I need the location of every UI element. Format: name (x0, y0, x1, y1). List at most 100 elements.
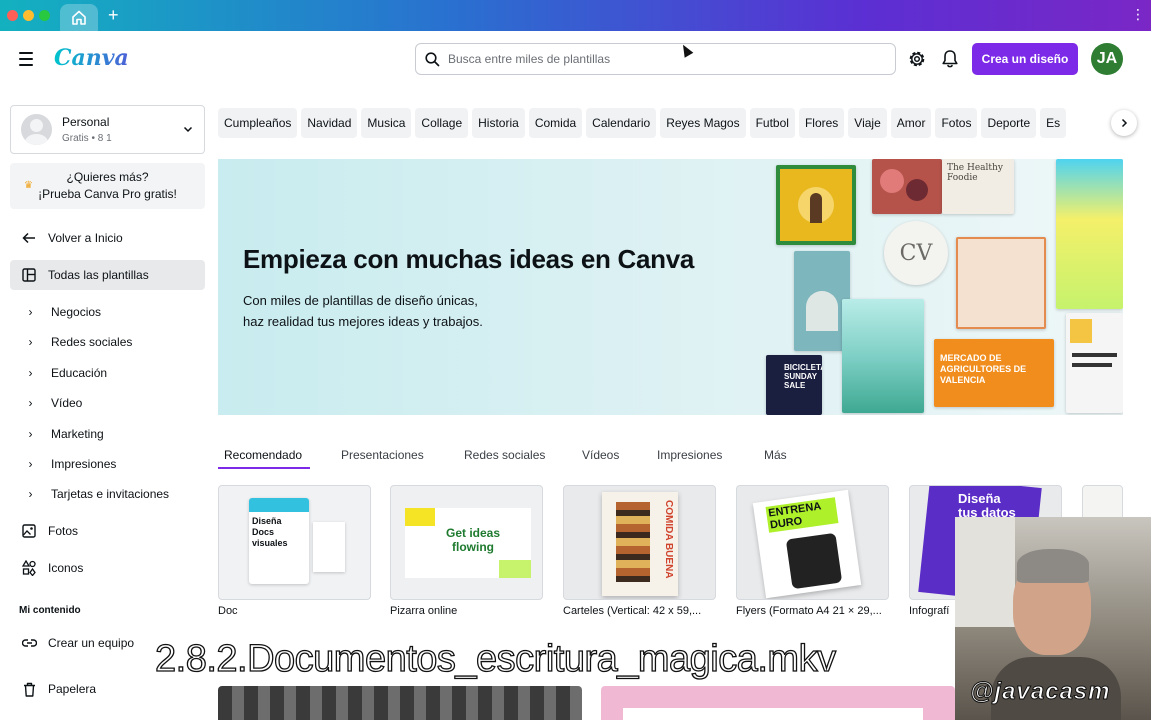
new-tab-button[interactable]: + (108, 6, 119, 24)
chip-viaje[interactable]: Viaje (848, 108, 887, 138)
nav-back-home-label: Volver a Inicio (48, 231, 123, 245)
webcam-handle: @javacasm (970, 678, 1111, 706)
hero-description: Con miles de plantillas de diseño únicas… (243, 290, 483, 332)
thumb-label-poster: Carteles (Vertical: 42 x 59,... (563, 605, 702, 617)
category-label: Marketing (51, 427, 104, 441)
search-bar[interactable] (415, 43, 896, 75)
bottom-card-right[interactable] (601, 686, 955, 720)
promo-line-2: ¡Prueba Canva Pro gratis! (38, 187, 177, 201)
chip-collage[interactable]: Collage (415, 108, 469, 138)
chevron-right-icon: › (28, 366, 33, 380)
tab-presentaciones[interactable]: Presentaciones (341, 448, 424, 462)
nav-icons-label: Iconos (48, 561, 84, 575)
chevron-right-icon (1121, 118, 1128, 128)
video-filename-overlay: 2.8.2.Documentos_escritura_magica.mkv (154, 637, 836, 680)
category-video[interactable]: › Vídeo (10, 388, 205, 418)
thumb-doc[interactable]: Diseña Docs visuales (218, 485, 371, 600)
category-impresiones[interactable]: › Impresiones (10, 449, 205, 479)
collage-card-eco[interactable] (842, 299, 924, 413)
user-avatar[interactable]: JA (1091, 43, 1123, 75)
nav-all-templates[interactable]: Todas las plantillas (10, 260, 205, 290)
search-icon (425, 51, 440, 66)
active-tab-indicator (218, 467, 310, 469)
category-educacion[interactable]: › Educación (10, 358, 205, 388)
chip-comida[interactable]: Comida (528, 108, 583, 138)
thumb-label-doc: Doc (218, 605, 238, 617)
category-label: Impresiones (51, 457, 117, 471)
tab-impresiones[interactable]: Impresiones (657, 448, 722, 462)
chip-amor[interactable]: Amor (890, 108, 932, 138)
chip-reyes-magos[interactable]: Reyes Magos (660, 108, 746, 138)
category-chips: Cumpleaños Navidad Musica Collage Historia Co… (218, 108, 1123, 138)
collage-card-foodie[interactable]: The Healthy Foodie (942, 159, 1014, 214)
collage-card-mercado[interactable]: MERCADO DE AGRICULTORES DE VALENCIA (934, 339, 1054, 407)
chip-calendario[interactable]: Calendario (586, 108, 657, 138)
nav-create-team-label: Crear un equipo (48, 636, 135, 650)
settings-gear-icon[interactable] (907, 49, 927, 69)
window-menu-icon[interactable]: ⋮ (1131, 6, 1145, 23)
arrow-left-icon (22, 232, 35, 244)
chevron-right-icon: › (28, 487, 33, 501)
shapes-icon (22, 560, 36, 576)
collage-card-flyer[interactable] (1056, 159, 1123, 309)
trash-icon (23, 682, 35, 697)
team-link-icon (21, 639, 37, 647)
collage-card-cv[interactable]: CV (884, 221, 948, 285)
minimize-window-button[interactable] (23, 10, 34, 21)
tab-videos[interactable]: Vídeos (582, 448, 619, 462)
close-window-button[interactable] (7, 10, 18, 21)
chip-musica[interactable]: Musica (361, 108, 412, 138)
home-tab[interactable] (60, 4, 98, 31)
tab-mas[interactable]: Más (764, 448, 787, 462)
canva-logo[interactable]: Canva (54, 45, 129, 71)
collage-card-pattern[interactable] (776, 165, 856, 245)
create-design-button[interactable]: Crea un diseño (972, 43, 1078, 75)
nav-photos[interactable]: Fotos (10, 516, 205, 546)
collage-card-fruit[interactable] (872, 159, 942, 214)
chip-navidad[interactable]: Navidad (301, 108, 358, 138)
nav-icons[interactable]: Iconos (10, 553, 205, 583)
thumb-infographic-text: Diseña tus datos (958, 491, 1016, 520)
chevron-right-icon: › (28, 457, 33, 471)
thumb-whiteboard-text: Get ideas flowing (445, 526, 501, 554)
tab-recomendado[interactable]: Recomendado (224, 448, 302, 462)
thumb-whiteboard[interactable]: Get ideas flowing (390, 485, 543, 600)
nav-back-home[interactable]: Volver a Inicio (10, 223, 205, 253)
search-input[interactable] (448, 52, 868, 66)
chip-partial[interactable]: Es (1040, 108, 1067, 138)
chip-historia[interactable]: Historia (472, 108, 525, 138)
category-label: Negocios (51, 305, 102, 319)
category-marketing[interactable]: › Marketing (10, 419, 205, 449)
pro-promo-banner[interactable]: ♛ ¿Quieres más? ¡Prueba Canva Pro gratis… (10, 163, 205, 209)
app-header: Canva Crea un diseño JA (0, 31, 1151, 87)
thumb-poster[interactable]: COMIDA BUENA (563, 485, 716, 600)
thumb-flyer[interactable]: ENTRENA DURO (736, 485, 889, 600)
thumb-doc-text: Diseña Docs visuales (252, 516, 288, 548)
bottom-card-left[interactable] (218, 686, 582, 720)
hamburger-menu-icon[interactable] (19, 52, 33, 70)
chip-flores[interactable]: Flores (798, 108, 845, 138)
chip-futbol[interactable]: Futbol (749, 108, 795, 138)
category-tarjetas[interactable]: › Tarjetas e invitaciones (10, 479, 205, 509)
maximize-window-button[interactable] (39, 10, 50, 21)
chip-cumpleanos[interactable]: Cumpleaños (218, 108, 298, 138)
thumb-label-whiteboard: Pizarra online (390, 605, 458, 617)
notifications-bell-icon[interactable] (941, 49, 959, 69)
template-collage: The Healthy Foodie CV MERCADO DE AGRICUL… (766, 159, 1123, 415)
collage-card-bici[interactable]: BICICLETA SUNDAY SALE (766, 355, 822, 415)
nav-photos-label: Fotos (48, 524, 79, 538)
chip-deporte[interactable]: Deporte (981, 108, 1037, 138)
account-plan: Gratis • 8 1 (62, 133, 112, 144)
thumb-label-flyer: Flyers (Formato A4 21 × 29,... (736, 605, 882, 617)
chips-next-button[interactable] (1111, 110, 1137, 136)
home-icon (72, 10, 86, 25)
window-titlebar: + ⋮ (0, 0, 1151, 31)
category-redes-sociales[interactable]: › Redes sociales (10, 327, 205, 357)
account-switcher[interactable]: Personal Gratis • 8 1 (10, 105, 205, 154)
collage-card-grid[interactable] (1066, 313, 1123, 413)
chip-fotos[interactable]: Fotos (935, 108, 978, 138)
tab-redes-sociales[interactable]: Redes sociales (464, 448, 545, 462)
collage-card-wedding[interactable] (956, 237, 1046, 329)
chevron-right-icon: › (28, 427, 33, 441)
category-negocios[interactable]: › Negocios (10, 297, 205, 327)
